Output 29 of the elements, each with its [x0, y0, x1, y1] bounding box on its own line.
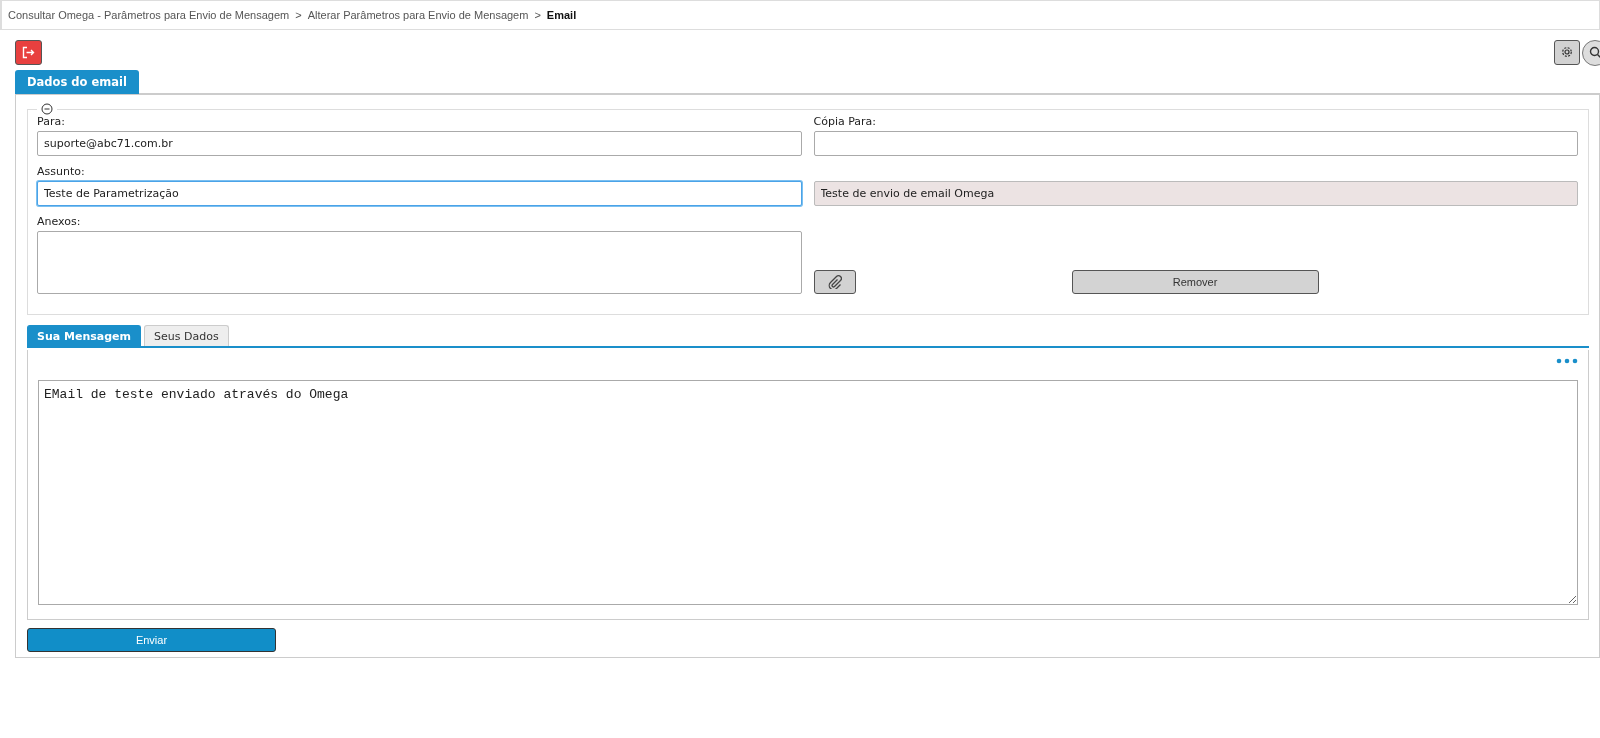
attach-button[interactable]	[813, 270, 856, 294]
input-field[interactable]: Teste de Parametrização	[37, 181, 802, 206]
send-button[interactable]: Enviar	[27, 628, 276, 652]
breadcrumb-separator: >	[534, 9, 541, 21]
breadcrumb-link[interactable]: Alterar Parâmetros para Envio de Mensagem	[307, 9, 529, 21]
remove-button[interactable]: Remover	[1071, 270, 1319, 294]
collapse-button[interactable]	[41, 103, 53, 115]
breadcrumb-separator: >	[295, 9, 302, 21]
input-field[interactable]	[813, 131, 1578, 156]
tab[interactable]: Seus Dados	[144, 325, 229, 346]
field-label: Assunto:	[37, 165, 86, 179]
settings-icon	[1561, 46, 1573, 58]
search-button[interactable]	[1582, 39, 1600, 66]
section-tab[interactable]: Dados do email	[15, 70, 139, 94]
field-label: Anexos:	[37, 215, 82, 229]
exit-icon	[22, 46, 35, 59]
exit-button[interactable]	[15, 40, 42, 65]
field-label: Para:	[37, 115, 66, 129]
paperclip-icon	[827, 275, 842, 289]
breadcrumb-current: Email	[546, 9, 577, 21]
input-field[interactable]: Teste de envio de email Omega	[813, 181, 1578, 206]
field-label: Cópia Para:	[813, 115, 878, 129]
tab[interactable]: Sua Mensagem	[27, 325, 141, 346]
input-field[interactable]: suporte@abc71.com.br	[37, 131, 802, 156]
more-icon[interactable]	[1556, 358, 1578, 364]
breadcrumb-link[interactable]: Consultar Omega - Parâmetros para Envio de Mensagem	[8, 9, 290, 21]
search-icon	[1588, 46, 1600, 59]
message-field[interactable]: EMail de teste enviado através do Omega	[38, 380, 1578, 605]
settings-button[interactable]	[1554, 39, 1580, 65]
